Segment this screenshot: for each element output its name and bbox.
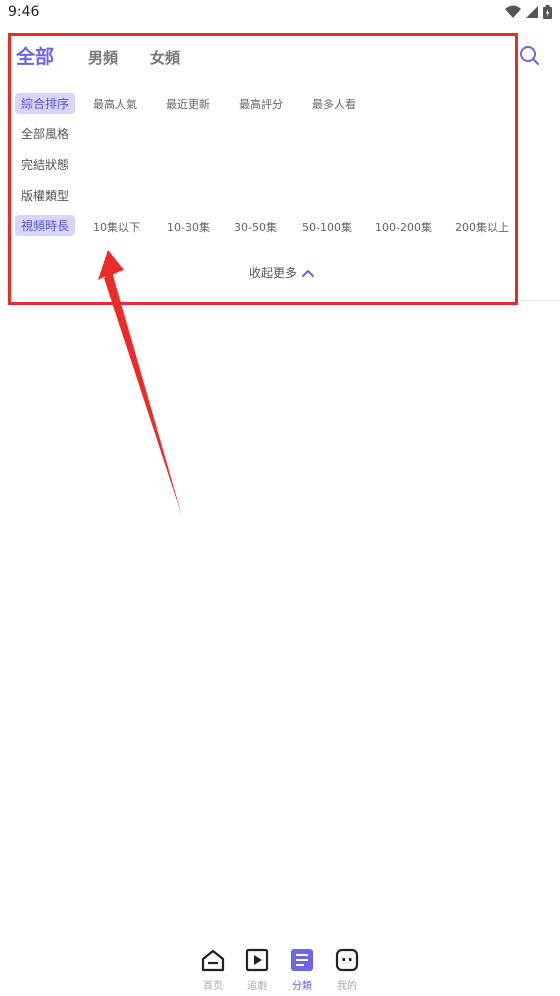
nav-label-home: 首页 xyxy=(203,981,223,992)
status-time: 9:46 xyxy=(8,4,40,20)
nav-label-follow: 追劇 xyxy=(247,981,267,992)
category-icon xyxy=(291,949,313,971)
status-bar: 9:46 xyxy=(0,0,560,26)
home-icon xyxy=(201,949,225,972)
cellular-signal-icon xyxy=(526,6,538,18)
nav-label-category: 分類 xyxy=(292,981,312,992)
divider xyxy=(520,300,560,301)
search-icon[interactable] xyxy=(518,44,542,68)
profile-icon xyxy=(335,948,359,972)
wifi-icon xyxy=(505,5,521,18)
nav-item-category[interactable]: 分類 xyxy=(282,948,322,992)
nav-label-profile: 我的 xyxy=(337,981,357,992)
annotation-box xyxy=(8,33,518,305)
bottom-nav: 首页 追劇 分類 我的 xyxy=(0,940,560,996)
nav-item-follow[interactable]: 追劇 xyxy=(237,948,277,992)
nav-item-profile[interactable]: 我的 xyxy=(327,948,367,992)
play-icon xyxy=(245,948,269,972)
nav-item-home[interactable]: 首页 xyxy=(193,948,233,992)
battery-icon xyxy=(543,5,552,19)
status-icons xyxy=(505,4,552,20)
